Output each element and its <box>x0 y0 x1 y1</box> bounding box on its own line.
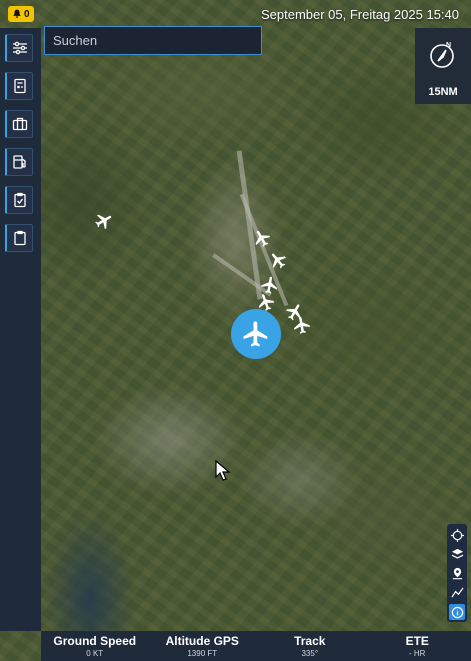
info-icon <box>451 606 463 618</box>
altitude-label: Altitude GPS <box>165 634 239 648</box>
track-value: 335° <box>301 649 319 658</box>
traffic-aircraft-icon[interactable] <box>268 250 288 270</box>
notification-count: 0 <box>24 8 30 20</box>
checklist-calc-icon <box>13 78 26 94</box>
sidebar-item-checklist[interactable] <box>5 186 33 214</box>
left-sidebar <box>0 28 41 631</box>
clipboard-icon <box>13 230 26 246</box>
mouse-cursor-icon <box>215 460 231 481</box>
ground-speed-value: 0 KT <box>86 649 104 658</box>
ground-speed-label: Ground Speed <box>53 634 137 648</box>
compass-icon: N <box>430 42 454 68</box>
sidebar-item-fuel[interactable] <box>5 148 33 176</box>
map-tools-panel <box>447 524 467 622</box>
route-icon <box>450 587 464 598</box>
briefcase-icon <box>12 117 27 131</box>
flight-data-bar: Ground Speed 0 KT Altitude GPS 1390 FT T… <box>41 631 471 661</box>
traffic-aircraft-icon[interactable] <box>292 315 312 335</box>
sliders-icon <box>12 41 27 55</box>
altitude-stat: Altitude GPS 1390 FT <box>149 631 257 661</box>
own-aircraft-icon <box>243 321 268 347</box>
track-label: Track <box>294 634 326 648</box>
clipboard-check-icon <box>13 192 26 208</box>
altitude-value: 1390 FT <box>187 649 218 658</box>
waypoint-button[interactable] <box>447 564 467 583</box>
layers-button[interactable] <box>447 545 467 564</box>
notification-badge[interactable]: 0 <box>8 6 34 22</box>
ete-label: ETE <box>405 634 429 648</box>
own-ship-marker[interactable] <box>231 309 281 359</box>
sidebar-item-flights[interactable] <box>5 110 33 138</box>
ete-stat: ETE - HR <box>364 631 471 661</box>
crosshair-icon <box>450 529 464 542</box>
layers-icon <box>451 548 463 559</box>
date-time-display: September 05, Freitag 2025 15:40 <box>260 7 459 22</box>
map-range-label: 15NM <box>428 86 458 98</box>
info-button[interactable] <box>449 604 465 620</box>
ground-speed-stat: Ground Speed 0 KT <box>41 631 149 661</box>
sidebar-item-settings[interactable] <box>5 34 33 62</box>
bell-icon <box>13 9 21 18</box>
traffic-aircraft-icon[interactable] <box>94 211 114 231</box>
ete-value: - HR <box>409 649 426 658</box>
traffic-aircraft-icon[interactable] <box>252 228 272 248</box>
center-map-button[interactable] <box>447 526 467 545</box>
pin-icon <box>452 567 462 580</box>
svg-text:N: N <box>446 42 451 49</box>
sidebar-item-notes[interactable] <box>5 224 33 252</box>
fuel-icon <box>12 155 26 169</box>
compass-panel[interactable]: N 15NM <box>415 28 471 104</box>
route-button[interactable] <box>447 583 467 602</box>
search-input[interactable] <box>44 26 262 55</box>
efb-map-app: 0 September 05, Freitag 2025 15:40 N <box>0 0 471 661</box>
satellite-map[interactable] <box>0 0 471 661</box>
track-stat: Track 335° <box>256 631 364 661</box>
sidebar-item-calculator[interactable] <box>5 72 33 100</box>
